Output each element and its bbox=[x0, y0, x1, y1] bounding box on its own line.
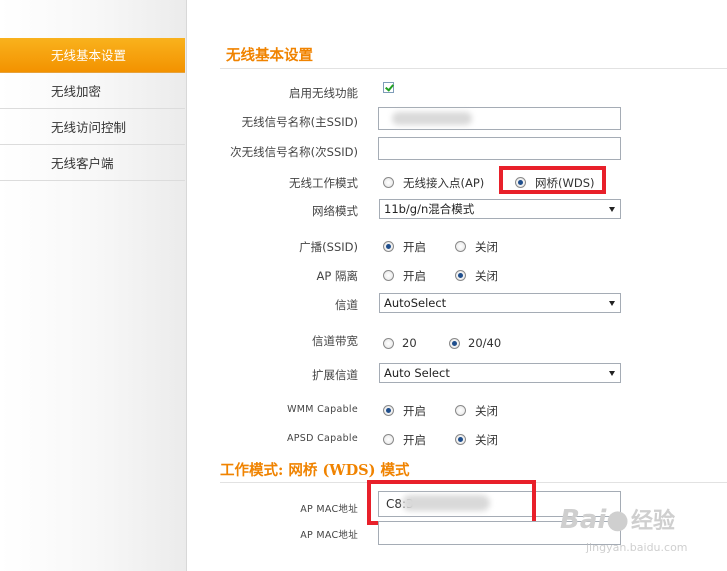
bandwidth-label: 信道带宽 bbox=[312, 334, 358, 348]
channel-label: 信道 bbox=[335, 298, 358, 312]
work-mode-ap-label: 无线接入点(AP) bbox=[403, 176, 485, 190]
network-mode-select[interactable]: 11b/g/n混合模式 bbox=[379, 199, 621, 219]
chevron-down-icon bbox=[609, 301, 615, 306]
bandwidth-2040-label: 20/40 bbox=[468, 336, 502, 350]
primary-ssid-label: 无线信号名称(主SSID) bbox=[241, 115, 358, 129]
ext-channel-label: 扩展信道 bbox=[312, 368, 358, 382]
ext-channel-value: Auto Select bbox=[384, 366, 450, 380]
ap-mac-2-label: AP MAC地址 bbox=[300, 530, 358, 541]
network-mode-value: 11b/g/n混合模式 bbox=[384, 202, 475, 216]
enable-wireless-label: 启用无线功能 bbox=[289, 86, 358, 100]
sidebar-item-wireless-encryption[interactable]: 无线加密 bbox=[0, 74, 185, 109]
channel-select[interactable]: AutoSelect bbox=[379, 293, 621, 313]
apsd-on-radio[interactable] bbox=[383, 434, 394, 445]
secondary-ssid-input[interactable] bbox=[378, 137, 621, 160]
watermark-brand2: 经验 bbox=[630, 509, 675, 534]
ap-isolation-on-radio[interactable] bbox=[383, 270, 394, 281]
apsd-on-label: 开启 bbox=[403, 433, 426, 447]
sidebar-item-wireless-access-control[interactable]: 无线访问控制 bbox=[0, 110, 185, 145]
work-mode-ap-radio[interactable] bbox=[383, 177, 394, 188]
bandwidth-2040-radio[interactable] bbox=[449, 338, 460, 349]
broadcast-off-radio[interactable] bbox=[455, 241, 466, 252]
section-title-wds: 工作模式: 网桥 (WDS) 模式 bbox=[220, 462, 410, 479]
watermark-paw-icon: ● bbox=[606, 505, 629, 535]
section-divider bbox=[220, 68, 727, 69]
bandwidth-20-label: 20 bbox=[402, 336, 417, 350]
watermark-url: jingyan.baidu.com bbox=[586, 541, 688, 554]
broadcast-on-radio[interactable] bbox=[383, 241, 394, 252]
apsd-off-label: 关闭 bbox=[475, 433, 498, 447]
highlight-box-wds bbox=[499, 166, 606, 194]
section-title-basic: 无线基本设置 bbox=[226, 47, 313, 64]
bandwidth-20-radio[interactable] bbox=[383, 338, 394, 349]
work-mode-label: 无线工作模式 bbox=[289, 176, 358, 190]
channel-value: AutoSelect bbox=[384, 296, 447, 310]
apsd-label: APSD Capable bbox=[286, 433, 358, 444]
wmm-off-label: 关闭 bbox=[475, 404, 498, 418]
secondary-ssid-label: 次无线信号名称(次SSID) bbox=[230, 145, 358, 159]
ap-isolation-on-label: 开启 bbox=[403, 269, 426, 283]
enable-wireless-checkbox[interactable] bbox=[383, 82, 394, 93]
ap-isolation-off-label: 关闭 bbox=[475, 269, 498, 283]
ext-channel-select[interactable]: Auto Select bbox=[379, 363, 621, 383]
ap-mac-1-label: AP MAC地址 bbox=[300, 504, 358, 515]
ap-isolation-off-radio[interactable] bbox=[455, 270, 466, 281]
redacted-ssid bbox=[392, 112, 472, 125]
sidebar-item-wireless-basic[interactable]: 无线基本设置 bbox=[0, 38, 185, 73]
broadcast-label: 广播(SSID) bbox=[299, 240, 358, 254]
wmm-off-radio[interactable] bbox=[455, 405, 466, 416]
broadcast-on-label: 开启 bbox=[403, 240, 426, 254]
network-mode-label: 网络模式 bbox=[312, 204, 358, 218]
apsd-off-radio[interactable] bbox=[455, 434, 466, 445]
wmm-on-radio[interactable] bbox=[383, 405, 394, 416]
sidebar: 无线基本设置 无线加密 无线访问控制 无线客户端 bbox=[0, 0, 187, 571]
chevron-down-icon bbox=[609, 207, 615, 212]
chevron-down-icon bbox=[609, 371, 615, 376]
sidebar-item-wireless-clients[interactable]: 无线客户端 bbox=[0, 146, 185, 181]
ap-isolation-label: AP 隔离 bbox=[316, 269, 358, 283]
highlight-box-mac bbox=[367, 480, 536, 525]
wmm-on-label: 开启 bbox=[403, 404, 426, 418]
wmm-label: WMM Capable bbox=[287, 404, 358, 415]
watermark-logo: Bai●经验 bbox=[560, 503, 675, 535]
watermark-brand: Bai bbox=[560, 505, 607, 535]
broadcast-off-label: 关闭 bbox=[475, 240, 498, 254]
